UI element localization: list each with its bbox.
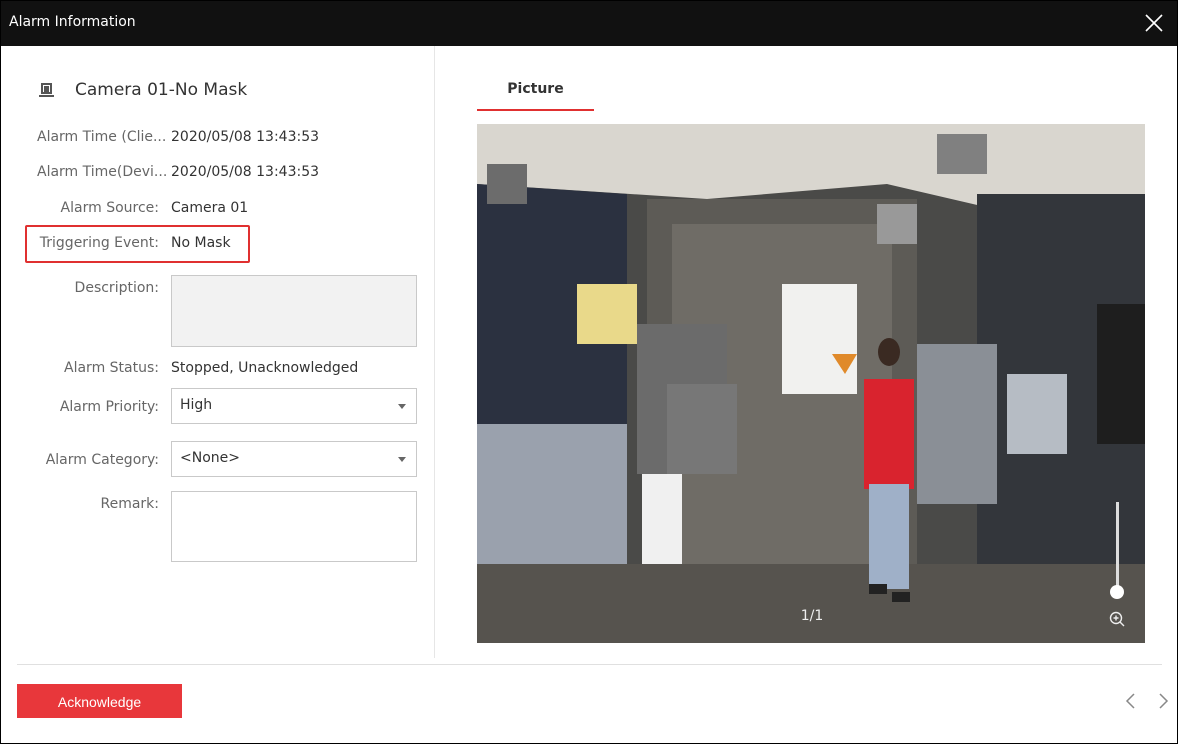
field-row-source: Alarm Source: Camera 01 — [1, 198, 434, 218]
footer-divider — [17, 664, 1162, 665]
camera-icon — [39, 83, 54, 97]
field-label: Alarm Time(Devi... — [37, 164, 168, 180]
remark-field[interactable] — [171, 491, 417, 562]
description-label: Description: — [74, 280, 159, 296]
category-select[interactable]: <None> — [171, 441, 417, 477]
acknowledge-button[interactable]: Acknowledge — [17, 684, 182, 718]
field-row-device-time: Alarm Time(Devi... 2020/05/08 13:43:53 — [1, 162, 434, 182]
tab-picture-label: Picture — [507, 81, 564, 97]
status-label: Alarm Status: — [64, 360, 159, 376]
alarm-header: Camera 01-No Mask — [39, 80, 247, 100]
alarm-information-window: Alarm Information Camera 01-No Mask Alar… — [0, 0, 1178, 744]
field-label: Alarm Time (Clie... — [37, 129, 167, 145]
tab-picture[interactable]: Picture — [477, 81, 594, 111]
triggering-event-highlight — [25, 225, 250, 263]
priority-label: Alarm Priority: — [59, 399, 159, 415]
alarm-title: Camera 01-No Mask — [75, 80, 248, 100]
remark-label: Remark: — [100, 496, 159, 512]
close-icon[interactable] — [1141, 10, 1167, 36]
zoom-in-icon[interactable] — [1108, 610, 1126, 628]
picture-counter: 1/1 — [800, 608, 824, 624]
category-label: Alarm Category: — [45, 452, 159, 468]
field-value: 2020/05/08 13:43:53 — [171, 164, 320, 180]
zoom-slider-handle[interactable] — [1110, 585, 1124, 599]
window-title: Alarm Information — [9, 14, 136, 30]
priority-select[interactable]: High — [171, 388, 417, 424]
picture-viewer[interactable]: 1/1 — [477, 124, 1145, 643]
chevron-down-icon — [398, 404, 406, 409]
chevron-right-icon[interactable] — [1153, 691, 1173, 711]
tab-active-indicator — [477, 109, 594, 111]
zoom-slider-track[interactable] — [1116, 502, 1119, 592]
field-value: Camera 01 — [171, 200, 249, 216]
alarm-snapshot-image — [477, 124, 1145, 643]
status-row: Alarm Status: Stopped, Unacknowledged — [1, 358, 434, 378]
field-value: 2020/05/08 13:43:53 — [171, 129, 320, 145]
field-row-client-time: Alarm Time (Clie... 2020/05/08 13:43:53 — [1, 127, 434, 147]
chevron-down-icon — [398, 457, 406, 462]
title-bar: Alarm Information — [1, 1, 1177, 46]
priority-value: High — [180, 397, 213, 413]
description-field — [171, 275, 417, 347]
field-label: Alarm Source: — [60, 200, 159, 216]
panel-divider — [434, 46, 435, 658]
chevron-left-icon[interactable] — [1121, 691, 1141, 711]
category-value: <None> — [180, 450, 240, 466]
status-value: Stopped, Unacknowledged — [171, 360, 359, 376]
